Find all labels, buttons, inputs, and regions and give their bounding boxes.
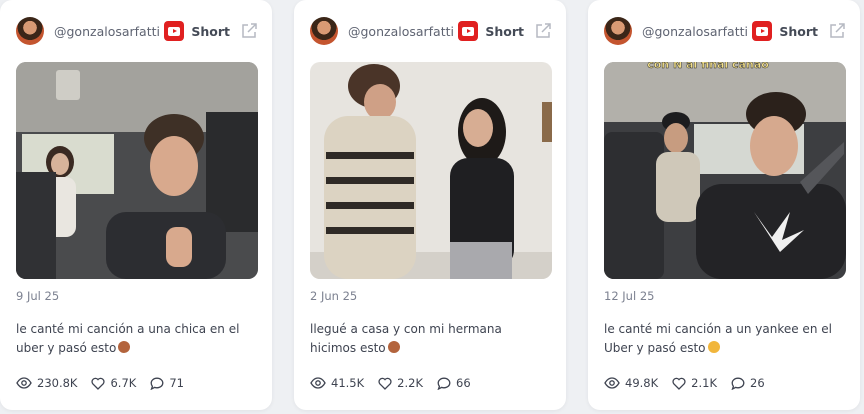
views-stat: 41.5K (310, 376, 364, 390)
eye-icon (310, 377, 326, 389)
comments-stat: 26 (731, 376, 765, 390)
creator-handle[interactable]: @gonzalosarfatti (642, 24, 752, 39)
video-kind-label: Short (191, 23, 230, 39)
card-header: @gonzalosarfatti Short (16, 16, 258, 46)
avatar[interactable] (310, 17, 338, 45)
comments-count: 26 (750, 376, 765, 390)
likes-stat: 6.7K (91, 376, 136, 390)
video-thumbnail[interactable] (310, 62, 552, 279)
comment-bubble-icon (731, 377, 745, 390)
creator-handle[interactable]: @gonzalosarfatti (54, 24, 164, 39)
video-caption: le canté mi canción a una chica en el ub… (16, 320, 252, 358)
heart-icon (378, 377, 392, 390)
likes-stat: 2.2K (378, 376, 423, 390)
comment-bubble-icon (437, 377, 451, 390)
video-card[interactable]: @gonzalosarfatti Short 9 Jul 25 le canté… (0, 0, 272, 410)
likes-count: 6.7K (110, 376, 137, 390)
comment-bubble-icon (150, 377, 164, 390)
youtube-icon (458, 21, 479, 41)
video-card[interactable]: @gonzalosarfatti Short 2 Jun 25 llegué a… (294, 0, 566, 410)
likes-count: 2.1K (691, 376, 717, 390)
video-caption: llegué a casa y con mi hermana hicimos e… (310, 320, 546, 358)
video-thumbnail[interactable]: con N al final cañao (604, 62, 846, 279)
external-link-icon[interactable] (240, 22, 258, 40)
avatar[interactable] (16, 17, 44, 45)
comments-count: 66 (456, 376, 471, 390)
eye-icon (16, 377, 32, 389)
views-count: 49.8K (625, 376, 659, 390)
see-no-evil-monkey-icon (118, 341, 131, 353)
video-thumbnail[interactable] (16, 62, 258, 279)
weary-face-icon (707, 341, 720, 353)
external-link-icon[interactable] (828, 22, 846, 40)
views-stat: 230.8K (16, 376, 77, 390)
publish-date: 2 Jun 25 (310, 289, 358, 303)
youtube-icon (752, 21, 773, 41)
likes-stat: 2.1K (672, 376, 717, 390)
video-card[interactable]: @gonzalosarfatti Short con N al final ca… (588, 0, 860, 410)
engagement-stats: 230.8K 6.7K 71 (16, 376, 198, 390)
youtube-icon (164, 21, 185, 41)
heart-icon (91, 377, 105, 390)
heart-icon (672, 377, 686, 390)
engagement-stats: 49.8K 2.1K 26 (604, 376, 779, 390)
comments-stat: 66 (437, 376, 471, 390)
publish-date: 12 Jul 25 (604, 289, 655, 303)
see-no-evil-monkey-icon (387, 341, 400, 353)
external-link-icon[interactable] (534, 22, 552, 40)
views-count: 41.5K (331, 376, 365, 390)
views-count: 230.8K (37, 376, 78, 390)
comments-count: 71 (169, 376, 184, 390)
comments-stat: 71 (150, 376, 184, 390)
card-header: @gonzalosarfatti Short (310, 16, 552, 46)
caption-text: llegué a casa y con mi hermana hicimos e… (310, 322, 502, 355)
card-header: @gonzalosarfatti Short (604, 16, 846, 46)
video-kind-label: Short (779, 23, 818, 39)
creator-handle[interactable]: @gonzalosarfatti (348, 24, 458, 39)
video-kind-label: Short (485, 23, 524, 39)
publish-date: 9 Jul 25 (16, 289, 60, 303)
avatar[interactable] (604, 17, 632, 45)
likes-count: 2.2K (397, 376, 423, 390)
video-overlay-caption: con N al final cañao (647, 62, 769, 71)
eye-icon (604, 377, 620, 389)
engagement-stats: 41.5K 2.2K 66 (310, 376, 485, 390)
video-caption: le canté mi canción a un yankee en el Ub… (604, 320, 840, 358)
views-stat: 49.8K (604, 376, 658, 390)
